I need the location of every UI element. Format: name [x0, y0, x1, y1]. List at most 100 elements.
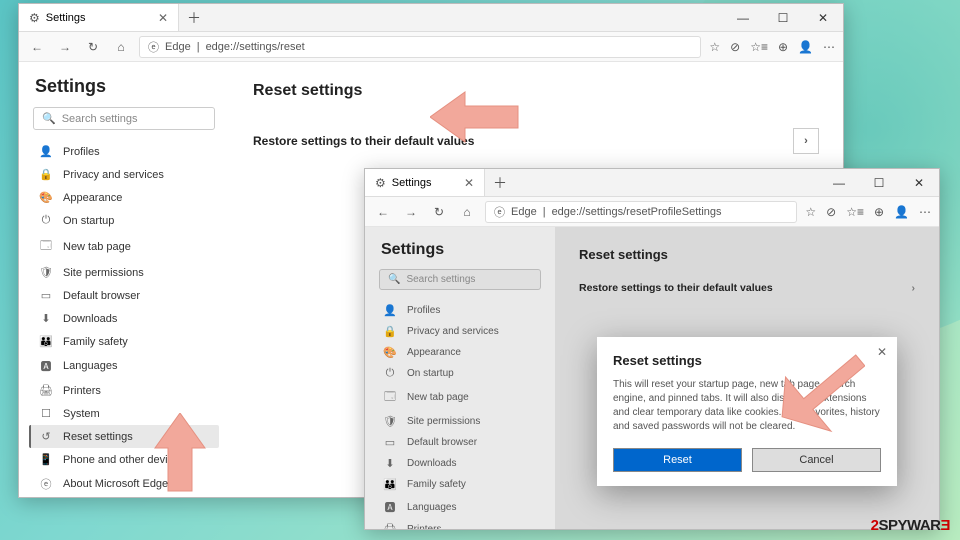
row-label: Restore settings to their default values	[253, 134, 474, 148]
back-icon[interactable]: ←	[27, 40, 47, 54]
home-icon[interactable]: ⌂	[457, 205, 477, 219]
main-title: Reset settings	[579, 247, 915, 262]
sidebar-item-site-permissions[interactable]: 🛡Site permissions	[29, 261, 219, 284]
gear-icon: ⚙	[375, 176, 386, 190]
sidebar-item-label: Default browser	[407, 437, 477, 448]
star-icon[interactable]: ☆	[709, 40, 720, 54]
toolbar: ← → ↻ ⌂ ⓔ Edge | edge://settings/resetPr…	[365, 197, 939, 227]
reset-button[interactable]: Reset	[613, 448, 742, 472]
sidebar-item-new-tab-page[interactable]: 🗔New tab page	[375, 384, 545, 411]
restore-defaults-row[interactable]: Restore settings to their default values…	[253, 124, 819, 158]
collections-icon[interactable]: ⊕	[874, 205, 884, 219]
dialog-close-icon[interactable]: ✕	[877, 345, 887, 359]
tab-close-icon[interactable]: ✕	[158, 11, 168, 25]
block-icon[interactable]: ⊘	[730, 40, 740, 54]
browser-tab[interactable]: ⚙ Settings ✕	[19, 4, 179, 31]
forward-icon[interactable]: →	[401, 205, 421, 219]
refresh-icon[interactable]: ↻	[429, 205, 449, 219]
sidebar-item-icon: ▭	[39, 289, 53, 302]
chevron-right-icon[interactable]: ›	[912, 282, 916, 294]
sidebar-item-on-startup[interactable]: ⏻On startup	[375, 363, 545, 384]
more-icon[interactable]: ⋯	[823, 40, 835, 54]
star-icon[interactable]: ☆	[805, 205, 816, 219]
home-icon[interactable]: ⌂	[111, 40, 131, 54]
sidebar-item-default-browser[interactable]: ▭Default browser	[29, 284, 219, 307]
sidebar-item-profiles[interactable]: 👤Profiles	[29, 140, 219, 163]
more-icon[interactable]: ⋯	[919, 205, 931, 219]
sidebar-item-about-microsoft-edge[interactable]: ⓔAbout Microsoft Edge	[29, 471, 219, 497]
sidebar-item-label: Printers	[63, 385, 101, 397]
sidebar-item-label: Printers	[407, 524, 441, 529]
sidebar-item-default-browser[interactable]: ▭Default browser	[375, 432, 545, 453]
sidebar-item-label: Languages	[407, 502, 457, 513]
profile-icon[interactable]: 👤	[798, 40, 813, 54]
tab-close-icon[interactable]: ✕	[464, 176, 474, 190]
profile-icon[interactable]: 👤	[894, 205, 909, 219]
sidebar-item-icon: ⏻	[383, 367, 397, 380]
sidebar-item-languages[interactable]: 🅰 Languages	[375, 495, 545, 519]
sidebar-item-icon: 📱	[39, 453, 53, 466]
sidebar-item-on-startup[interactable]: ⏻On startup	[29, 209, 219, 232]
sidebar-item-icon: 🔒	[39, 168, 53, 181]
edge-icon: ⓔ	[494, 204, 505, 220]
address-bar[interactable]: ⓔ Edge | edge://settings/resetProfileSet…	[485, 201, 797, 223]
browser-tab[interactable]: ⚙ Settings ✕	[365, 169, 485, 196]
sidebar-item-site-permissions[interactable]: 🛡Site permissions	[375, 411, 545, 432]
maximize-button[interactable]: ☐	[763, 11, 803, 25]
sidebar-item-label: Site permissions	[407, 416, 480, 427]
forward-icon[interactable]: →	[55, 40, 75, 54]
settings-sidebar: Settings 🔍 Search settings 👤Profiles🔒Pri…	[365, 227, 555, 529]
sidebar-item-reset-settings[interactable]: ↺Reset settings	[29, 425, 219, 448]
edge-window-2: ⚙ Settings ✕ ＋ — ☐ ✕ ← → ↻ ⌂ ⓔ Edge | ed…	[364, 168, 940, 530]
sidebar-item-icon: 🗔	[39, 237, 53, 256]
sidebar-item-languages[interactable]: 🅰Languages	[29, 353, 219, 379]
sidebar-item-icon: 🖨	[39, 384, 53, 397]
sidebar-item-icon: 🛡	[39, 266, 53, 279]
settings-sidebar: Settings 🔍 Search settings 👤Profiles🔒Pri…	[19, 62, 229, 497]
minimize-button[interactable]: —	[723, 11, 763, 25]
watermark-e: Ǝ	[940, 517, 950, 534]
maximize-button[interactable]: ☐	[859, 176, 899, 190]
sidebar-item-printers[interactable]: 🖨Printers	[375, 519, 545, 529]
sidebar-item-appearance[interactable]: 🎨Appearance	[375, 342, 545, 363]
chevron-right-icon[interactable]: ›	[793, 128, 819, 154]
sidebar-item-appearance[interactable]: 🎨Appearance	[29, 186, 219, 209]
cancel-button[interactable]: Cancel	[752, 448, 881, 472]
search-input[interactable]: 🔍 Search settings	[379, 269, 541, 290]
sidebar-item-new-tab-page[interactable]: 🗔New tab page	[29, 232, 219, 261]
sidebar-item-downloads[interactable]: ⬇Downloads	[375, 453, 545, 474]
restore-defaults-row[interactable]: Restore settings to their default values…	[579, 278, 915, 298]
window-buttons: — ☐ ✕	[723, 11, 843, 25]
favorites-icon[interactable]: ☆≡	[846, 205, 864, 219]
sidebar-item-icon: 🅰	[39, 358, 53, 374]
sidebar-item-icon: 👪	[39, 335, 53, 348]
address-bar[interactable]: ⓔ Edge | edge://settings/reset	[139, 36, 701, 58]
block-icon[interactable]: ⊘	[826, 205, 836, 219]
sidebar-item-label: Privacy and services	[63, 169, 164, 181]
collections-icon[interactable]: ⊕	[778, 40, 788, 54]
sidebar-item-family-safety[interactable]: 👪Family safety	[29, 330, 219, 353]
favorites-icon[interactable]: ☆≡	[750, 40, 768, 54]
sidebar-item-label: Reset settings	[63, 431, 133, 443]
sidebar-item-privacy-and-services[interactable]: 🔒Privacy and services	[375, 321, 545, 342]
minimize-button[interactable]: —	[819, 176, 859, 190]
sidebar-item-privacy-and-services[interactable]: 🔒 Privacy and services	[29, 163, 219, 186]
sidebar-item-icon: 👤	[39, 145, 53, 158]
sidebar-item-icon: 🅰	[383, 499, 397, 515]
sidebar-item-label: Family safety	[407, 479, 466, 490]
sidebar-item-profiles[interactable]: 👤Profiles	[375, 300, 545, 321]
back-icon[interactable]: ←	[373, 205, 393, 219]
search-icon: 🔍	[388, 274, 400, 285]
refresh-icon[interactable]: ↻	[83, 40, 103, 54]
new-tab-button[interactable]: ＋	[179, 8, 209, 28]
new-tab-button[interactable]: ＋	[485, 173, 515, 193]
sidebar-item-phone-and-other-devices[interactable]: 📱Phone and other devices	[29, 448, 219, 471]
sidebar-item-system[interactable]: ☐System	[29, 402, 219, 425]
close-button[interactable]: ✕	[803, 11, 843, 25]
sidebar-item-downloads[interactable]: ⬇Downloads	[29, 307, 219, 330]
sidebar-item-printers[interactable]: 🖨 Printers	[29, 379, 219, 402]
sidebar-item-family-safety[interactable]: 👪Family safety	[375, 474, 545, 495]
close-button[interactable]: ✕	[899, 176, 939, 190]
search-input[interactable]: 🔍 Search settings	[33, 107, 215, 130]
search-placeholder: Search settings	[62, 113, 138, 125]
